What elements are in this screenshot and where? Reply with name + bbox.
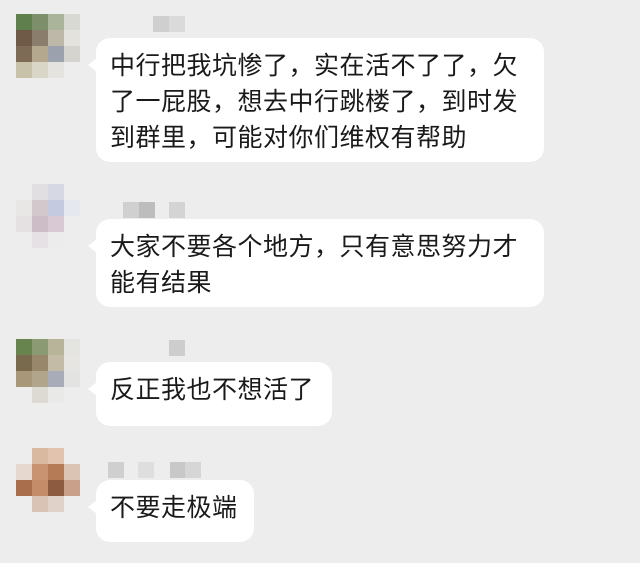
chat-message: 中行把我坑惨了，实在活不了了，欠 了一屁股，想去中行跳楼了，到时发 到群里，可能… xyxy=(0,0,640,170)
sender-name xyxy=(153,16,185,32)
message-text: 了一屁股，想去中行跳楼了，到时发 xyxy=(110,87,519,116)
chat-transcript: 中行把我坑惨了，实在活不了了，欠 了一屁股，想去中行跳楼了，到时发 到群里，可能… xyxy=(0,0,640,563)
message-text: 不要走极端 xyxy=(110,493,238,522)
sender-name xyxy=(108,462,201,478)
sender-name xyxy=(169,340,185,356)
message-text: 反正我也不想活了 xyxy=(110,375,315,404)
message-text: 能有结果 xyxy=(110,268,213,297)
message-text: 大家不要各个地方，只有意思努力才 xyxy=(110,232,519,261)
message-bubble[interactable]: 不要走极端 xyxy=(88,480,254,542)
chat-message: 不要走极端 xyxy=(0,440,640,563)
sender-name xyxy=(123,202,185,218)
chat-message: 大家不要各个地方，只有意思努力才 能有结果 xyxy=(0,170,640,320)
message-text: 中行把我坑惨了，实在活不了了，欠 xyxy=(110,51,519,80)
message-bubble[interactable]: 中行把我坑惨了，实在活不了了，欠 了一屁股，想去中行跳楼了，到时发 到群里，可能… xyxy=(88,38,544,162)
message-bubble[interactable]: 大家不要各个地方，只有意思努力才 能有结果 xyxy=(88,219,544,307)
avatar[interactable] xyxy=(16,184,80,248)
avatar[interactable] xyxy=(16,14,80,78)
message-text: 到群里，可能对你们维权有帮助 xyxy=(110,123,468,152)
avatar[interactable] xyxy=(16,448,80,512)
chat-message: 反正我也不想活了 xyxy=(0,320,640,440)
message-bubble[interactable]: 反正我也不想活了 xyxy=(88,362,332,426)
avatar[interactable] xyxy=(16,339,80,403)
